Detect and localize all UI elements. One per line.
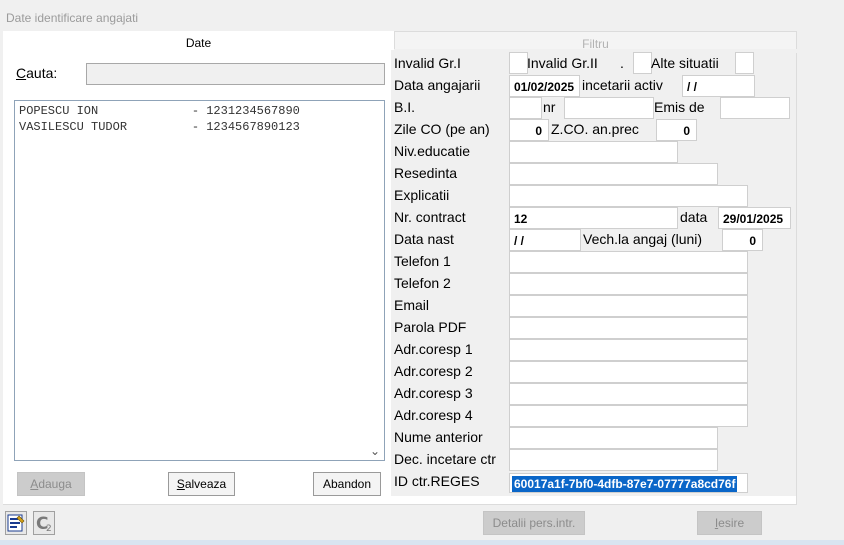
vech-angaj-field[interactable]: 0 (722, 229, 763, 251)
data-contract-label: data (680, 209, 708, 225)
adr-coresp3-field[interactable] (509, 383, 748, 405)
adr-coresp4-field[interactable] (509, 405, 748, 427)
email-label: Email (394, 297, 430, 313)
alte-situatii-checkbox[interactable] (735, 52, 754, 74)
zile-co-field[interactable]: 0 (509, 119, 549, 141)
data-angajarii-label: Data angajarii (394, 77, 481, 93)
detalii-pers-intr-button[interactable]: Detalii pers.intr. (483, 511, 585, 535)
zco-an-prec-label: Z.CO. an.prec (551, 121, 639, 137)
dec-incetare-label: Dec. incetare ctr (394, 451, 496, 467)
chevron-down-icon[interactable]: ⌄ (369, 444, 381, 458)
nume-anterior-label: Nume anterior (394, 429, 483, 445)
invalid-gr2-label: Invalid Gr.II (527, 55, 598, 71)
adauga-button[interactable]: Adauga (17, 472, 85, 496)
invalid-gr1-checkbox[interactable] (509, 52, 528, 74)
id-ctr-reges-label: ID ctr.REGES (394, 473, 480, 489)
telefon1-label: Telefon 1 (394, 253, 451, 269)
adr-coresp3-label: Adr.coresp 3 (394, 385, 473, 401)
employee-list[interactable]: POPESCU ION - 1231234567890 VASILESCU TU… (14, 100, 385, 461)
incetarii-activ-label: incetarii activ (582, 77, 663, 93)
data-angajarii-field[interactable]: 01/02/2025 (509, 75, 580, 97)
salveaza-button[interactable]: Salveaza (168, 472, 235, 496)
emis-de-field[interactable] (720, 97, 790, 119)
resedinta-label: Resedinta (394, 165, 458, 181)
incetarii-activ-field[interactable]: / / (682, 75, 755, 97)
window-bottom-edge (0, 540, 844, 545)
tab-filtru[interactable]: Filtru (394, 31, 797, 51)
id-ctr-reges-field[interactable]: 60017a1f-7bf0-4dfb-87e7-07777a8cd76f (509, 473, 748, 493)
vech-angaj-label: Vech.la angaj (luni) (583, 231, 703, 247)
nr-contract-field[interactable]: 12 (509, 207, 678, 229)
search-input[interactable] (86, 63, 385, 85)
adr-coresp1-label: Adr.coresp 1 (394, 341, 473, 357)
iesire-button[interactable]: Iesire (697, 511, 762, 535)
parola-pdf-field[interactable] (509, 317, 748, 339)
zco-an-prec-field[interactable]: 0 (656, 119, 697, 141)
niv-educatie-field[interactable] (509, 141, 678, 163)
nr-contract-label: Nr. contract (394, 209, 466, 225)
adr-coresp4-label: Adr.coresp 4 (394, 407, 473, 423)
abandon-button[interactable]: Abandon (313, 472, 381, 496)
parola-pdf-label: Parola PDF (394, 319, 467, 335)
explicatii-label: Explicatii (394, 187, 450, 203)
window-title: Date identificare angajati (0, 0, 844, 33)
explicatii-field[interactable] (509, 185, 748, 207)
nr-label: nr (543, 99, 556, 115)
list-item[interactable]: VASILESCU TUDOR - 1234567890123 (19, 120, 300, 134)
resedinta-field[interactable] (509, 163, 718, 185)
alte-situatii-label: Alte situatii (651, 55, 719, 71)
invalid-gr1-label: Invalid Gr.I (394, 55, 461, 71)
nume-anterior-field[interactable] (509, 427, 718, 449)
data-nast-field[interactable]: / / (509, 229, 581, 251)
list-item[interactable]: POPESCU ION - 1231234567890 (19, 104, 300, 118)
bi-label: B.I. (394, 99, 416, 115)
search-label: Cauta: (16, 65, 58, 81)
invalid-gr2-checkbox[interactable] (633, 52, 652, 74)
data-contract-field[interactable]: 29/01/2025 (718, 207, 791, 229)
dec-incetare-field[interactable] (509, 449, 718, 471)
data-nast-label: Data nast (394, 231, 454, 247)
id-ctr-reges-value: 60017a1f-7bf0-4dfb-87e7-07777a8cd76f (512, 476, 738, 492)
calculator-c-icon[interactable]: C 2 (33, 511, 55, 535)
svg-text:2: 2 (46, 524, 52, 534)
telefon2-label: Telefon 2 (394, 275, 451, 291)
bi-nr-field[interactable] (564, 97, 654, 119)
telefon1-field[interactable] (509, 251, 748, 273)
zile-co-label: Zile CO (pe an) (394, 121, 490, 137)
edit-form-icon[interactable] (5, 511, 27, 535)
adr-coresp2-field[interactable] (509, 361, 748, 383)
adr-coresp1-field[interactable] (509, 339, 748, 361)
tab-date[interactable]: Date (3, 31, 394, 53)
email-field[interactable] (509, 295, 748, 317)
niv-educatie-label: Niv.educatie (394, 143, 471, 159)
emis-de-label: Emis de (654, 99, 705, 115)
telefon2-field[interactable] (509, 273, 748, 295)
bi-serie-field[interactable] (509, 97, 542, 119)
separator-dot: . (620, 55, 624, 71)
adr-coresp2-label: Adr.coresp 2 (394, 363, 473, 379)
